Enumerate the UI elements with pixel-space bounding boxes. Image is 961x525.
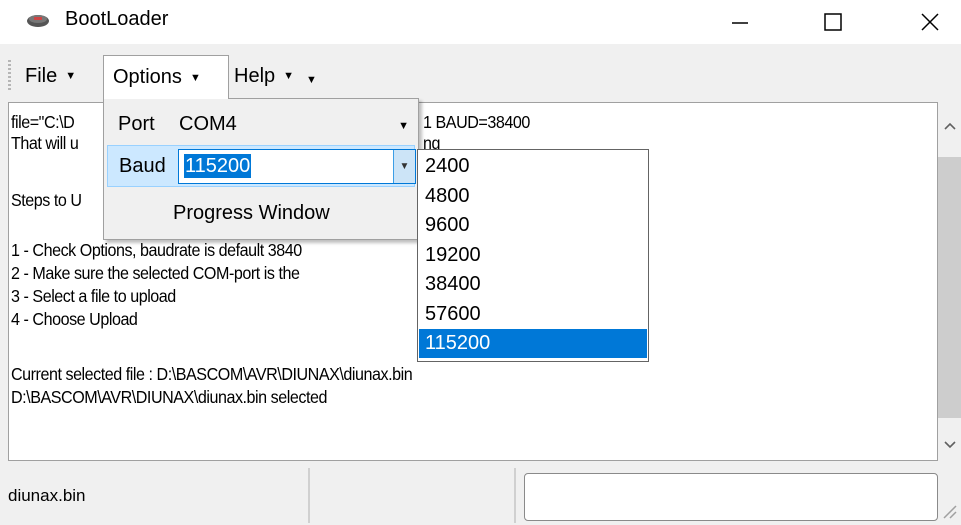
- log-line: Current selected file : D:\BASCOM\AVR\DI…: [11, 364, 413, 384]
- menu-help[interactable]: Help ▼ ▼: [234, 56, 344, 96]
- title-bar: BootLoader: [0, 0, 961, 44]
- baud-value[interactable]: 115200: [184, 154, 252, 178]
- scroll-down-button[interactable]: [938, 428, 961, 461]
- chevron-up-icon: [943, 122, 956, 130]
- overflow-chevron-icon[interactable]: ▼: [306, 74, 317, 86]
- baud-option[interactable]: 57600: [419, 300, 647, 329]
- menu-item-progress-window[interactable]: Progress Window: [173, 202, 330, 225]
- baud-option[interactable]: 9600: [419, 211, 647, 240]
- menu-file-label: File: [25, 64, 58, 87]
- close-icon: [921, 13, 939, 31]
- dropdown-arrow-icon: ▼: [65, 70, 77, 82]
- baud-dropdown-button[interactable]: ▼: [393, 150, 415, 183]
- chevron-down-icon: ▼: [399, 161, 410, 172]
- port-label: Port: [118, 113, 155, 135]
- baud-option[interactable]: 19200: [419, 241, 647, 270]
- port-value: COM4: [179, 113, 237, 135]
- log-line: 1 - Check Options, baudrate is default 3…: [11, 240, 302, 260]
- port-combo[interactable]: COM4 ▼: [175, 106, 415, 142]
- maximize-icon: [824, 13, 842, 31]
- status-file-name: diunax.bin: [0, 468, 310, 523]
- status-panel: [318, 468, 516, 523]
- menu-options[interactable]: Options ▼: [103, 55, 229, 99]
- baud-option[interactable]: 4800: [419, 182, 647, 211]
- log-line: file="C:\D: [11, 112, 75, 132]
- minimize-button[interactable]: [710, 0, 770, 44]
- baud-label: Baud: [119, 155, 166, 177]
- chevron-down-icon[interactable]: ▼: [398, 120, 409, 132]
- menu-file[interactable]: File ▼: [25, 56, 97, 96]
- minimize-icon: [732, 22, 748, 24]
- log-line: 2 - Make sure the selected COM-port is t…: [11, 263, 300, 283]
- menu-help-label: Help: [234, 64, 276, 87]
- dropdown-arrow-icon: ▼: [189, 71, 201, 84]
- close-button[interactable]: [900, 0, 960, 44]
- scroll-up-button[interactable]: [938, 106, 961, 146]
- toolbar-grip[interactable]: [8, 60, 11, 92]
- chip-icon: [26, 12, 50, 28]
- baud-option[interactable]: 38400: [419, 270, 647, 299]
- vertical-scrollbar[interactable]: [938, 102, 961, 461]
- options-menu: Port COM4 ▼ Baud 115200 ▼ Progress Windo…: [103, 98, 419, 240]
- log-line: That will u: [11, 133, 79, 153]
- log-line: 3 - Select a file to upload: [11, 286, 176, 306]
- baud-option[interactable]: 2400: [419, 152, 647, 181]
- resize-grip-icon[interactable]: [940, 502, 958, 520]
- baud-combo[interactable]: 115200 ▼: [178, 149, 416, 184]
- log-line: Steps to U: [11, 190, 82, 210]
- window-title: BootLoader: [65, 8, 169, 30]
- dropdown-arrow-icon: ▼: [283, 70, 295, 82]
- log-line: 4 - Choose Upload: [11, 309, 138, 329]
- maximize-button[interactable]: [803, 0, 863, 44]
- log-line: 1 BAUD=38400: [423, 112, 530, 132]
- scroll-thumb[interactable]: [938, 157, 961, 418]
- progress-field: [524, 473, 938, 521]
- chevron-down-icon: [943, 440, 956, 448]
- log-line: D:\BASCOM\AVR\DIUNAX\diunax.bin selected: [11, 387, 327, 407]
- baud-dropdown-list: 2400 4800 9600 19200 38400 57600 115200: [417, 149, 649, 362]
- menu-options-label: Options: [113, 66, 182, 88]
- baud-option[interactable]: 115200: [419, 329, 647, 358]
